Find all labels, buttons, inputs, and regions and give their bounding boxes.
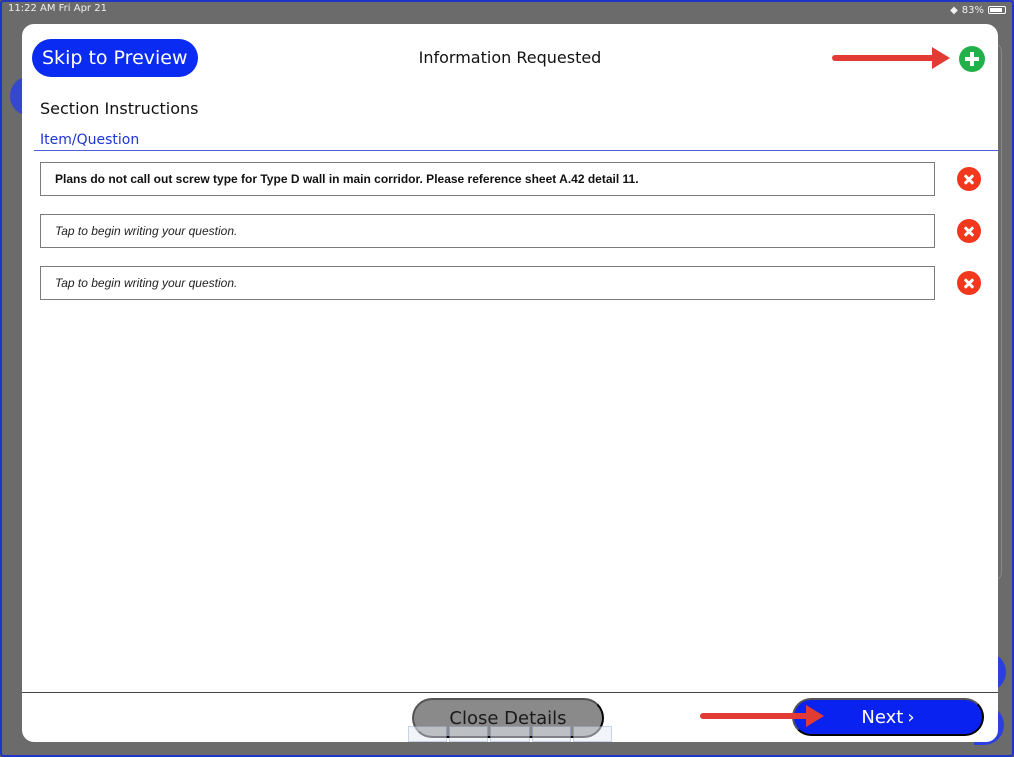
question-field[interactable]: Plans do not call out screw type for Typ… [40, 162, 935, 196]
question-field[interactable]: Tap to begin writing your question. [40, 214, 935, 248]
device-frame: 11:22 AM Fri Apr 21 ◆ 83% Skip to Previe… [0, 0, 1014, 757]
remove-question-icon[interactable] [957, 271, 981, 295]
thumbnail [531, 726, 571, 742]
remove-question-icon[interactable] [957, 167, 981, 191]
thumbnail [572, 726, 613, 742]
question-field[interactable]: Tap to begin writing your question. [40, 266, 935, 300]
item-question-header: Item/Question [40, 132, 140, 148]
section-instructions-label: Section Instructions [40, 99, 199, 118]
annotation-arrow-icon [700, 705, 824, 727]
remove-question-icon[interactable] [957, 219, 981, 243]
add-question-icon[interactable] [959, 46, 985, 72]
chevron-right-icon: › [907, 706, 915, 728]
status-bar: 11:22 AM Fri Apr 21 ◆ 83% [2, 2, 1012, 18]
thumbnail-strip [408, 726, 613, 742]
status-time: 11:22 AM Fri Apr 21 [8, 3, 107, 14]
wifi-icon: ◆ [950, 4, 958, 16]
annotation-arrow-icon [832, 47, 950, 69]
thumbnail [408, 726, 448, 742]
header-divider [34, 150, 998, 151]
footer-divider [22, 692, 998, 693]
battery-icon [988, 6, 1006, 14]
thumbnail [490, 726, 530, 742]
next-label: Next [861, 706, 904, 728]
status-indicators: ◆ 83% [950, 3, 1006, 17]
information-requested-sheet: Skip to Preview Information Requested Se… [22, 24, 998, 742]
battery-percent: 83% [961, 4, 984, 16]
thumbnail [449, 726, 489, 742]
